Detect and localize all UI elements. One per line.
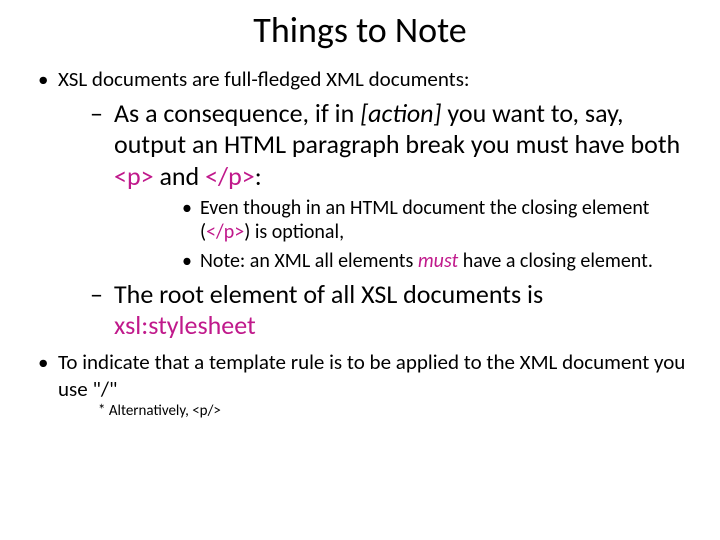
bullet-1-1-1: Even though in an HTML document the clos… <box>114 196 690 245</box>
bullet-1-text: XSL documents are full-fledged XML docum… <box>58 66 470 92</box>
slide: Things to Note XSL documents are full-fl… <box>0 0 720 540</box>
bullet-1-sublist: As a consequence, if in [action] you wan… <box>58 98 690 341</box>
bullet-2: To indicate that a template rule is to b… <box>30 349 690 420</box>
bullet-list: XSL documents are full-fledged XML docum… <box>30 66 690 421</box>
b11-close-p: </p> <box>205 160 255 192</box>
bullet-1-2: The root element of all XSL documents is… <box>58 279 690 341</box>
footnote: * Alternatively, <p/> <box>58 402 690 421</box>
b12-a: The root element of all XSL documents is <box>114 278 543 310</box>
bullet-1-1-sublist: Even though in an HTML document the clos… <box>114 196 690 273</box>
bullet-1: XSL documents are full-fledged XML docum… <box>30 66 690 341</box>
slide-title: Things to Note <box>30 8 690 52</box>
b112-b: have a closing element. <box>458 249 653 273</box>
b11-action: [action] <box>360 97 441 129</box>
b112-must: must <box>418 249 458 273</box>
b112-a: Note: an XML all elements <box>200 249 418 273</box>
b11-and: and <box>154 160 206 192</box>
bullet-1-1-2: Note: an XML all elements must have a cl… <box>114 249 690 273</box>
b12-xsl: xsl:stylesheet <box>114 309 256 341</box>
b11-colon: : <box>255 160 262 192</box>
b11-open-p: <p> <box>114 160 154 192</box>
bullet-2-text: To indicate that a template rule is to b… <box>58 349 685 401</box>
b111-b: ) is optional, <box>244 220 344 244</box>
b11-a: As a consequence, if in <box>114 97 360 129</box>
bullet-1-1: As a consequence, if in [action] you wan… <box>58 98 690 273</box>
b111-cp: </p> <box>206 220 244 244</box>
